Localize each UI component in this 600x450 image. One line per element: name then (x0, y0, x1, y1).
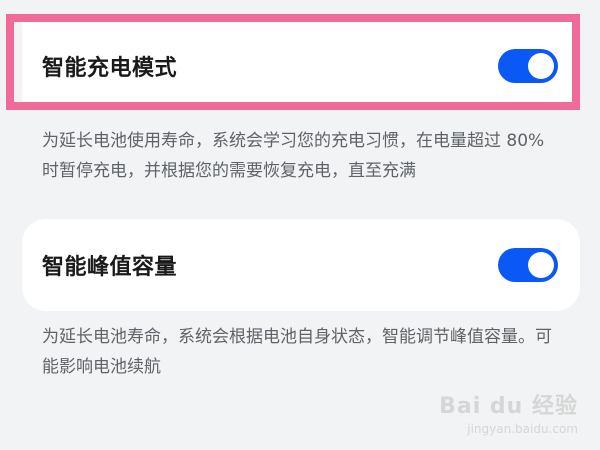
toggle-knob (528, 252, 554, 278)
smart-peak-capacity-description: 为延长电池寿命，系统会根据电池自身状态，智能调节峰值容量。可能影响电池续航 (42, 327, 552, 377)
smart-peak-capacity-toggle[interactable] (498, 248, 558, 282)
watermark-url: jingyan.baidu.com (467, 422, 578, 436)
smart-charging-label: 智能充电模式 (42, 56, 178, 81)
toggle-knob (528, 53, 554, 79)
smart-charging-card: 智能充电模式 (22, 22, 580, 110)
smart-peak-capacity-card: 智能峰值容量 (22, 219, 580, 311)
watermark-logo: Bai du 经验 (439, 394, 578, 419)
smart-charging-description: 为延长电池使用寿命，系统会学习您的充电习惯，在电量超过 80% 时暂停充电，并根… (42, 131, 545, 181)
baidu-jingyan-watermark: Bai du 经验 jingyan.baidu.com (439, 388, 578, 436)
smart-peak-capacity-label: 智能峰值容量 (42, 255, 178, 280)
smart-charging-toggle[interactable] (498, 49, 558, 83)
